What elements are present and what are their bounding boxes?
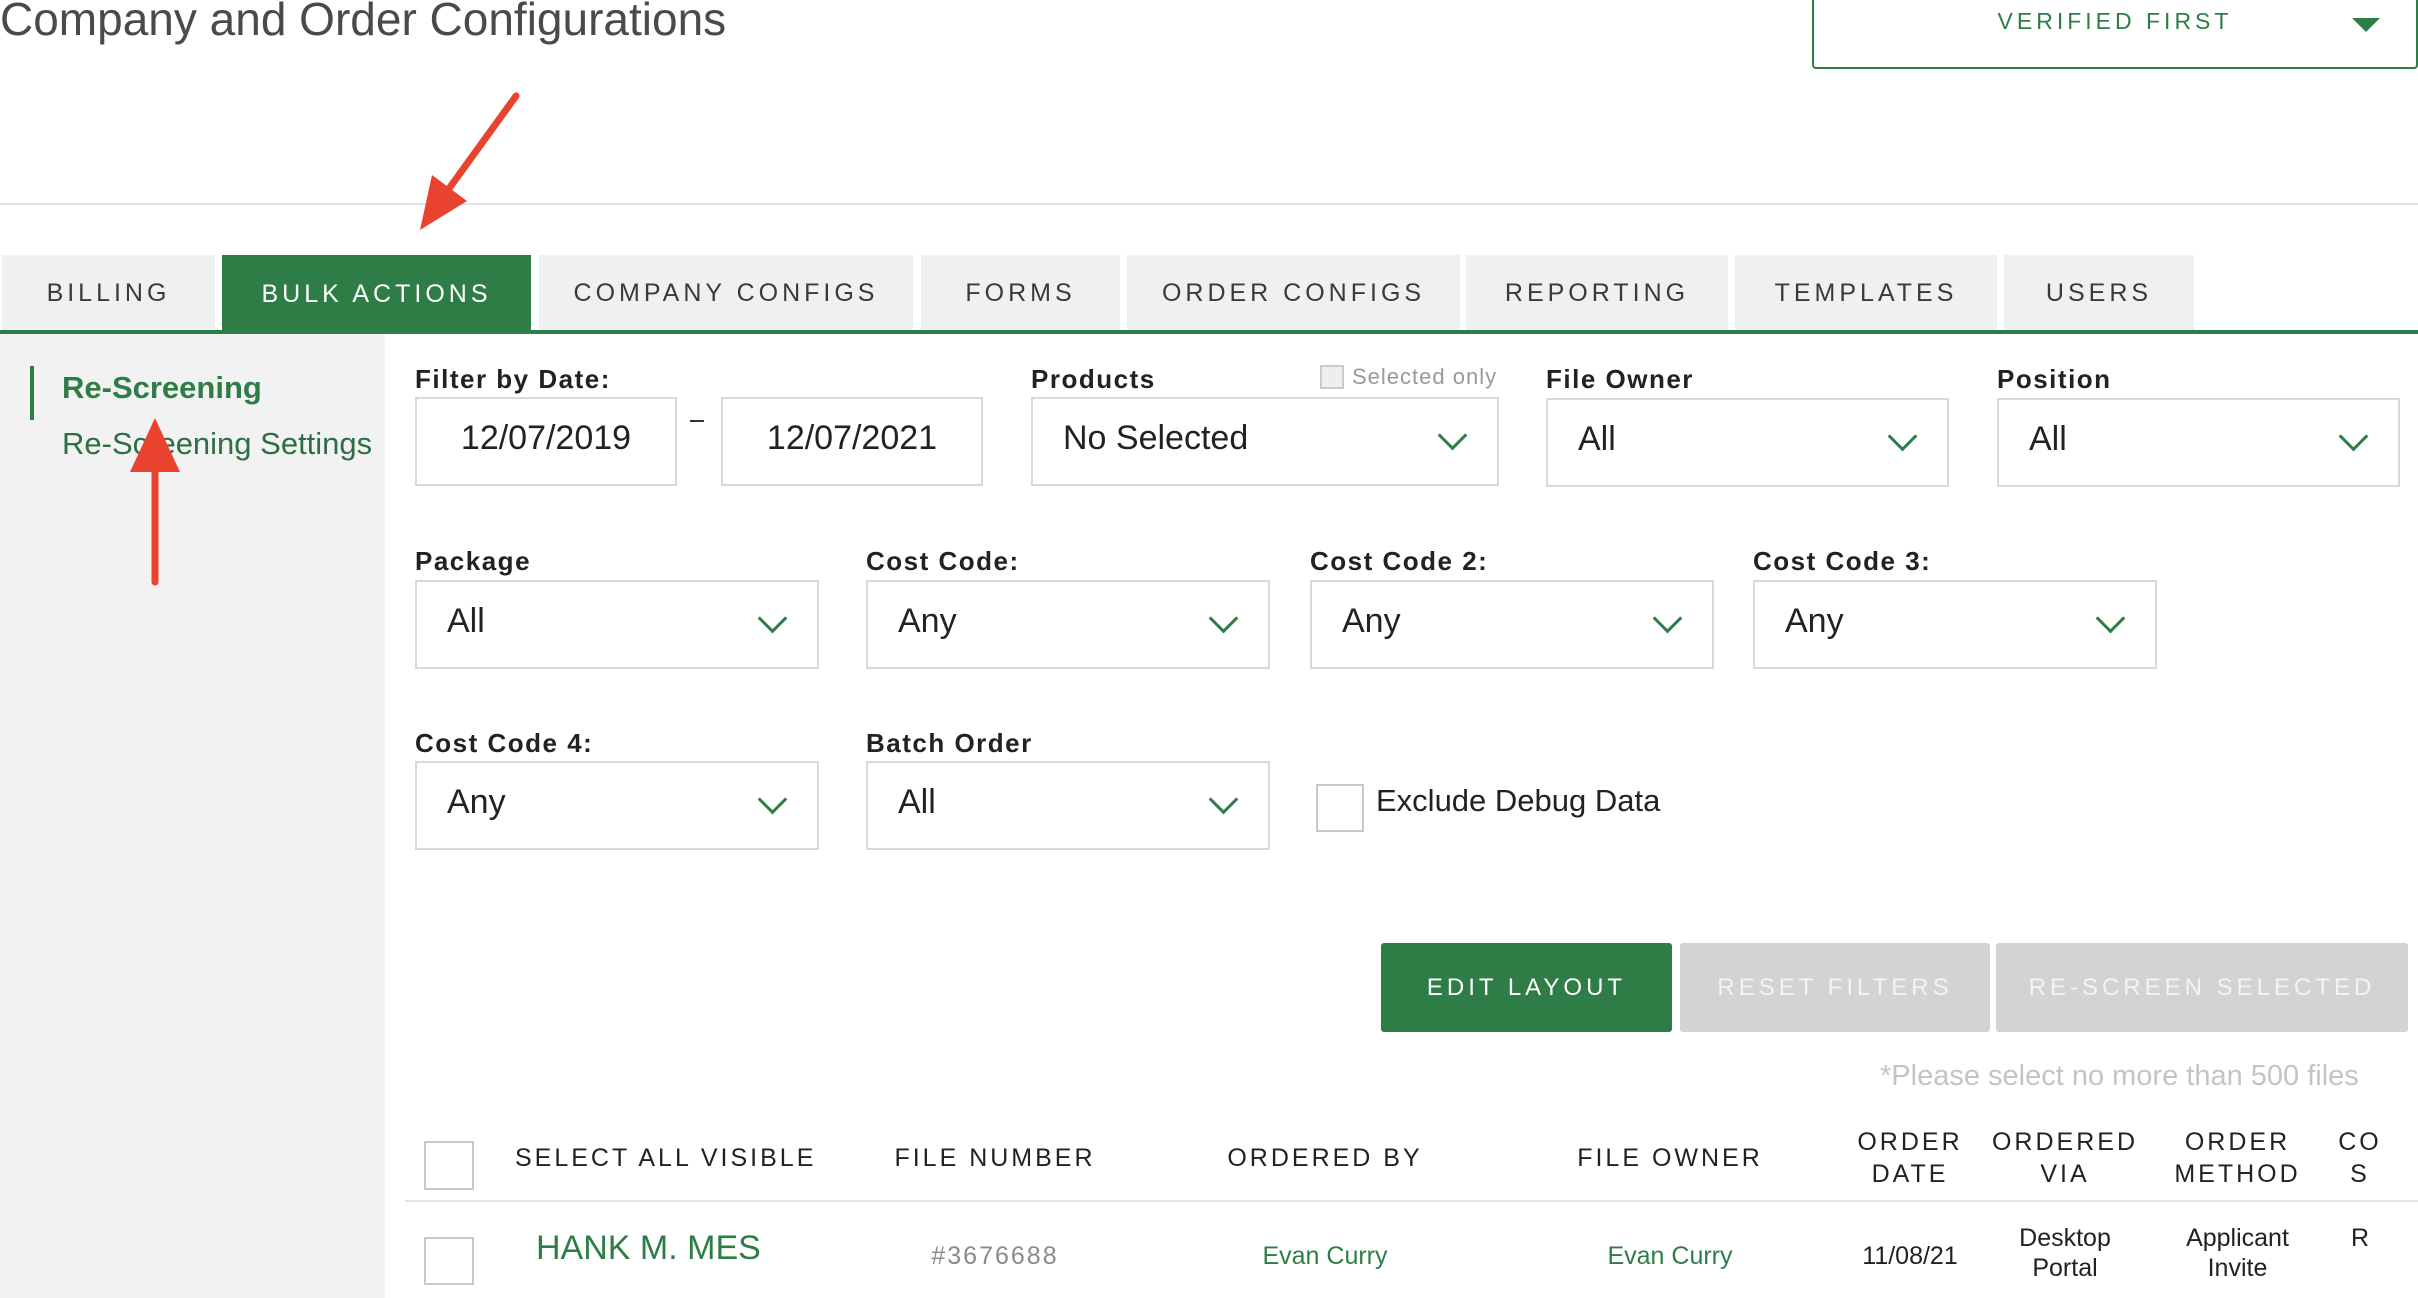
annotation-arrow-tab (420, 92, 520, 230)
annotation-arrows (130, 92, 520, 586)
annotation-arrow-sidebar (130, 418, 180, 586)
